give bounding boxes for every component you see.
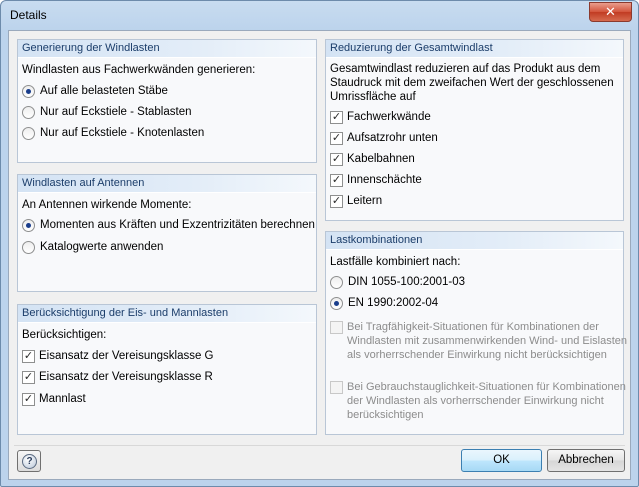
- label-line: Bei Tragfähigkeit-Situationen für Kombin…: [347, 321, 599, 333]
- checkbox-top-tube[interactable]: ✓ Aufsatzrohr unten: [330, 130, 438, 146]
- prompt-row: Lastfälle kombiniert nach:: [330, 254, 460, 270]
- checkbox-label: Bei Gebrauchstauglichkeit-Situationen fü…: [347, 380, 626, 422]
- label-line: Bei Gebrauchstauglichkeit-Situationen fü…: [347, 381, 626, 393]
- group-windlasten-generation: Generierung der Windlasten Windlasten au…: [17, 39, 317, 163]
- radio-button[interactable]: [330, 296, 343, 310]
- checkbox-label: Aufsatzrohr unten: [347, 132, 438, 144]
- checkbox-inner-shafts[interactable]: ✓ Innenschächte: [330, 172, 422, 188]
- checkbox[interactable]: [330, 321, 343, 334]
- radio-label: Katalogwerte anwenden: [40, 241, 164, 253]
- radio-corner-nodal-loads[interactable]: Nur auf Eckstiele - Knotenlasten: [22, 125, 204, 141]
- radio-label: Momenten aus Kräften und Exzentrizitäten…: [40, 219, 315, 231]
- label-line: als vorherrschender Einwirkung nicht ber…: [347, 349, 607, 361]
- checkbox[interactable]: ✓: [330, 194, 343, 208]
- help-icon: ?: [22, 454, 37, 469]
- checkbox-serviceability[interactable]: Bei Gebrauchstauglichkeit-Situationen fü…: [330, 380, 626, 424]
- radio-en-1990[interactable]: EN 1990:2002-04: [330, 295, 438, 311]
- radio-label: EN 1990:2002-04: [348, 297, 439, 309]
- checkbox-ladders[interactable]: ✓ Leitern: [330, 193, 382, 209]
- checkbox[interactable]: ✓: [22, 392, 35, 406]
- radio-label: Nur auf Eckstiele - Knotenlasten: [40, 127, 205, 139]
- prompt-row: Berücksichtigen:: [22, 327, 106, 343]
- label-line: berücksichtigen: [347, 409, 424, 421]
- group-header: Windlasten auf Antennen: [18, 175, 316, 193]
- checkbox-label: Fachwerkwände: [347, 111, 431, 123]
- radio-label: Nur auf Eckstiele - Stablasten: [40, 106, 192, 118]
- prompt-label: An Antennen wirkende Momente:: [22, 199, 192, 211]
- footer-divider: [14, 445, 625, 446]
- radio-corner-members-loads[interactable]: Nur auf Eckstiele - Stablasten: [22, 104, 192, 120]
- radio-button[interactable]: [22, 105, 35, 119]
- checkbox-label: Innenschächte: [347, 174, 422, 186]
- close-button[interactable]: ✕: [589, 2, 632, 22]
- checkbox-label: Leitern: [347, 195, 383, 207]
- prompt-label: Lastfälle kombiniert nach:: [330, 256, 461, 268]
- dialog-client-area: Generierung der Windlasten Windlasten au…: [8, 30, 631, 480]
- dialog-title: Details: [10, 8, 47, 22]
- checkbox-ultimate-limit[interactable]: Bei Tragfähigkeit-Situationen für Kombin…: [330, 320, 627, 364]
- ok-button[interactable]: OK: [461, 449, 542, 472]
- radio-button[interactable]: [22, 126, 35, 140]
- checkbox[interactable]: [330, 381, 343, 394]
- group-load-combinations: Lastkombinationen Lastfälle kombiniert n…: [325, 231, 627, 435]
- group-ice-man-loads: Berücksichtigung der Eis- und Mannlasten…: [17, 304, 317, 435]
- radio-button[interactable]: [22, 240, 35, 254]
- title-bar: Details ✕: [1, 1, 638, 29]
- checkbox[interactable]: ✓: [22, 370, 35, 384]
- prompt-row: Windlasten aus Fachwerkwänden generieren…: [22, 62, 255, 78]
- checkbox-label: Eisansatz der Vereisungsklasse R: [39, 371, 213, 383]
- checkbox-cable-trays[interactable]: ✓ Kabelbahnen: [330, 151, 415, 167]
- checkbox-label: Mannlast: [39, 393, 86, 405]
- radio-label: Auf alle belasteten Stäbe: [40, 85, 168, 97]
- description-line: Gesamtwindlast reduzieren auf das Produk…: [330, 63, 601, 75]
- details-dialog: Details ✕ Generierung der Windlasten Win…: [0, 0, 639, 487]
- group-header: Reduzierung der Gesamtwindlast: [326, 40, 623, 58]
- label-line: Windlasten mit zusammenwirkenden Wind- u…: [347, 335, 628, 347]
- checkbox-ice-class-g[interactable]: ✓ Eisansatz der Vereisungsklasse G: [22, 348, 214, 364]
- prompt-row: An Antennen wirkende Momente:: [22, 197, 191, 213]
- group-header: Lastkombinationen: [326, 232, 623, 250]
- checkbox-label: Bei Tragfähigkeit-Situationen für Kombin…: [347, 320, 627, 362]
- prompt-label: Windlasten aus Fachwerkwänden generieren…: [22, 64, 256, 76]
- checkbox[interactable]: ✓: [330, 110, 343, 124]
- group-wind-reduction: Reduzierung der Gesamtwindlast Gesamtwin…: [325, 39, 624, 221]
- checkbox[interactable]: ✓: [330, 173, 343, 187]
- radio-moment-calc[interactable]: Momenten aus Kräften und Exzentrizitäten…: [22, 217, 315, 233]
- radio-din-1055[interactable]: DIN 1055-100:2001-03: [330, 274, 465, 290]
- checkbox-label: Kabelbahnen: [347, 153, 415, 165]
- reduction-description: Gesamtwindlast reduzieren auf das Produk…: [330, 62, 614, 104]
- radio-catalog-values[interactable]: Katalogwerte anwenden: [22, 239, 163, 255]
- radio-button[interactable]: [22, 84, 35, 98]
- help-button[interactable]: ?: [17, 450, 41, 472]
- checkbox-label: Eisansatz der Vereisungsklasse G: [39, 350, 214, 362]
- checkbox-truss-walls[interactable]: ✓ Fachwerkwände: [330, 109, 431, 125]
- description-line: Staudruck mit dem zweifachen Wert der ge…: [330, 77, 614, 89]
- cancel-button[interactable]: Abbrechen: [547, 449, 625, 472]
- radio-all-members[interactable]: Auf alle belasteten Stäbe: [22, 83, 168, 99]
- radio-button[interactable]: [22, 218, 35, 232]
- label-line: der Windlasten als vorherrschender Einwi…: [347, 395, 604, 407]
- radio-label: DIN 1055-100:2001-03: [348, 276, 465, 288]
- checkbox[interactable]: ✓: [330, 152, 343, 166]
- description-line: Umrissfläche auf: [330, 91, 416, 103]
- radio-button[interactable]: [330, 275, 343, 289]
- prompt-label: Berücksichtigen:: [22, 329, 107, 341]
- checkbox[interactable]: ✓: [22, 349, 35, 363]
- group-antenna-wind: Windlasten auf Antennen An Antennen wirk…: [17, 174, 317, 292]
- checkbox[interactable]: ✓: [330, 131, 343, 145]
- group-header: Generierung der Windlasten: [18, 40, 316, 58]
- group-header: Berücksichtigung der Eis- und Mannlasten: [18, 305, 316, 323]
- checkbox-ice-class-r[interactable]: ✓ Eisansatz der Vereisungsklasse R: [22, 369, 213, 385]
- checkbox-man-load[interactable]: ✓ Mannlast: [22, 391, 86, 407]
